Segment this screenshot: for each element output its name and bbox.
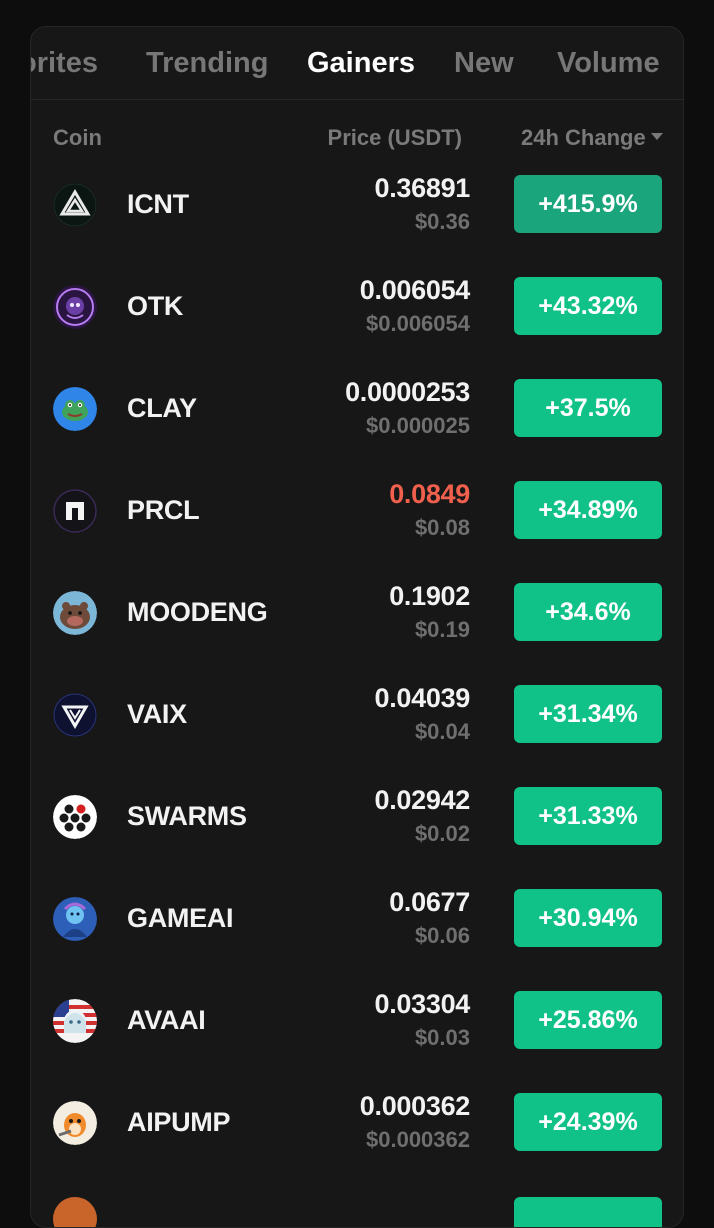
coin-usd-price: $0.02 xyxy=(414,821,470,846)
coin-row-gameai[interactable]: GAMEAI 0.0677 $0.06 +30.94% xyxy=(31,887,683,991)
coin-usd-price: $0.08 xyxy=(414,515,470,540)
partial-change-badge[interactable] xyxy=(514,1197,662,1227)
coin-symbol: ICNT xyxy=(127,189,189,219)
coin-price: 0.0000253 xyxy=(345,377,470,407)
moodeng-logo-icon xyxy=(53,591,97,635)
coin-usd-price: $0.000362 xyxy=(366,1127,470,1152)
coin-usd-price: $0.04 xyxy=(414,719,470,744)
otk-logo-icon xyxy=(53,285,97,329)
coin-row-clay[interactable]: CLAY 0.0000253 $0.000025 +37.5% xyxy=(31,377,683,481)
coin-symbol: CLAY xyxy=(127,393,197,423)
coin-symbol: GAMEAI xyxy=(127,903,234,933)
change-column-label: 24h Change xyxy=(521,125,646,150)
coin-price: 0.0849 xyxy=(389,479,470,509)
clay-logo-icon xyxy=(53,387,97,431)
tab-favorites[interactable]: orites xyxy=(31,47,98,80)
coin-usd-price: $0.36 xyxy=(414,209,470,234)
coin-price: 0.000362 xyxy=(359,1091,471,1121)
coin-row-partial[interactable] xyxy=(31,1197,683,1227)
coin-usd-price: $0.006054 xyxy=(366,311,470,336)
coin-price: 0.36891 xyxy=(374,173,471,203)
coin-row-vaix[interactable]: VAIX 0.04039 $0.04 +31.34% xyxy=(31,683,683,787)
change-column-header[interactable]: 24h Change xyxy=(521,125,663,151)
tab-new[interactable]: New xyxy=(454,47,514,80)
coin-row-swarms[interactable]: SWARMS 0.02942 $0.02 +31.33% xyxy=(31,785,683,889)
coin-row-moodeng[interactable]: MOODENG 0.1902 $0.19 +34.6% xyxy=(31,581,683,685)
markets-panel: orites Trending Gainers New Volume Coin … xyxy=(30,26,684,1228)
coin-price: 0.02942 xyxy=(374,785,471,815)
change-badge[interactable]: +43.32% xyxy=(514,277,662,335)
coin-symbol: AVAAI xyxy=(127,1005,206,1035)
coin-symbol: AIPUMP xyxy=(127,1107,231,1137)
coin-row-otk[interactable]: OTK 0.006054 $0.006054 +43.32% xyxy=(31,275,683,379)
coin-price: 0.03304 xyxy=(374,989,471,1019)
coin-price: 0.006054 xyxy=(359,275,471,305)
icnt-logo-icon xyxy=(53,183,97,227)
change-badge[interactable]: +24.39% xyxy=(514,1093,662,1151)
coin-symbol: PRCL xyxy=(127,495,200,525)
change-badge[interactable]: +37.5% xyxy=(514,379,662,437)
coin-price: 0.0677 xyxy=(389,887,470,917)
coin-row-aipump[interactable]: AIPUMP 0.000362 $0.000362 +24.39% xyxy=(31,1091,683,1195)
swarms-logo-icon xyxy=(53,795,97,839)
coin-column-header: Coin xyxy=(53,125,102,150)
market-tabs: orites Trending Gainers New Volume xyxy=(31,27,683,100)
coin-symbol: VAIX xyxy=(127,699,187,729)
coin-price: 0.1902 xyxy=(389,581,470,611)
price-column-header[interactable]: Price (USDT) xyxy=(328,125,462,151)
change-badge[interactable]: +31.33% xyxy=(514,787,662,845)
tab-gainers[interactable]: Gainers xyxy=(307,47,415,80)
avaai-logo-icon xyxy=(53,999,97,1043)
change-badge[interactable]: +34.89% xyxy=(514,481,662,539)
gameai-logo-icon xyxy=(53,897,97,941)
coin-row-avaai[interactable]: AVAAI 0.03304 $0.03 +25.86% xyxy=(31,989,683,1093)
aipump-logo-icon xyxy=(53,1101,97,1145)
tab-trending[interactable]: Trending xyxy=(146,47,268,80)
coin-symbol: MOODENG xyxy=(127,597,268,627)
coin-symbol: SWARMS xyxy=(127,801,247,831)
sort-caret-icon xyxy=(650,132,663,140)
prcl-logo-icon xyxy=(53,489,97,533)
change-badge[interactable]: +415.9% xyxy=(514,175,662,233)
coin-usd-price: $0.19 xyxy=(414,617,470,642)
coin-symbol: OTK xyxy=(127,291,184,321)
partial-coin-logo-icon xyxy=(53,1197,97,1227)
change-badge[interactable]: +31.34% xyxy=(514,685,662,743)
coin-row-prcl[interactable]: PRCL 0.0849 $0.08 +34.89% xyxy=(31,479,683,583)
coin-usd-price: $0.03 xyxy=(414,1025,470,1050)
vaix-logo-icon xyxy=(53,693,97,737)
change-badge[interactable]: +34.6% xyxy=(514,583,662,641)
tab-volume[interactable]: Volume xyxy=(557,47,660,80)
coin-price: 0.04039 xyxy=(374,683,471,713)
coin-usd-price: $0.000025 xyxy=(366,413,470,438)
coin-usd-price: $0.06 xyxy=(414,923,470,948)
coin-row-icnt[interactable]: ICNT 0.36891 $0.36 +415.9% xyxy=(31,173,683,277)
change-badge[interactable]: +30.94% xyxy=(514,889,662,947)
change-badge[interactable]: +25.86% xyxy=(514,991,662,1049)
